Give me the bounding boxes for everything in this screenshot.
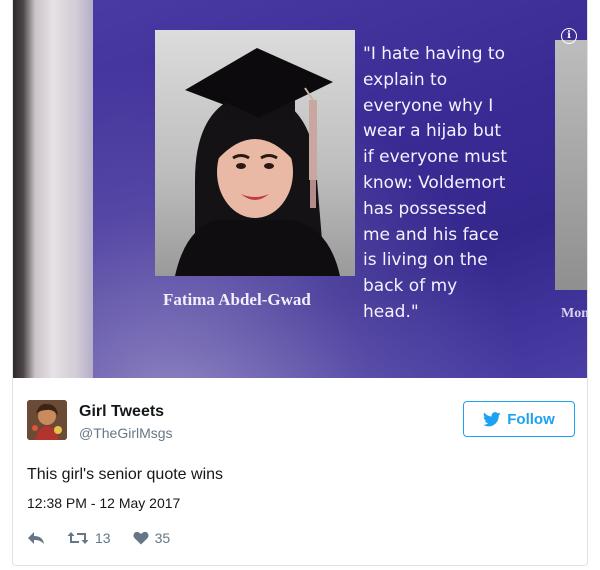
page-edge <box>73 0 93 378</box>
quote-line: is living on the <box>363 250 488 271</box>
tweet-text: This girl's senior quote wins <box>27 466 224 483</box>
quote-line: wear a hijab but <box>363 121 502 142</box>
like-count: 35 <box>154 530 171 546</box>
retweet-button[interactable]: 13 <box>67 530 111 546</box>
reply-icon <box>28 532 44 544</box>
quote-line: everyone why I <box>363 95 494 116</box>
quote-line: has possessed <box>363 198 487 219</box>
tweet-card: "I hate having to explain to everyone wh… <box>12 0 588 566</box>
author-display-name[interactable]: Girl Tweets <box>79 403 164 421</box>
tweet-photo[interactable]: "I hate having to explain to everyone wh… <box>13 0 588 378</box>
like-button[interactable]: 35 <box>133 530 171 546</box>
retweet-icon <box>67 532 89 544</box>
student-name-caption: Fatima Abdel-Gwad <box>163 290 311 309</box>
follow-button[interactable]: Follow <box>463 401 575 437</box>
photo-background <box>13 0 73 378</box>
student-portrait <box>155 30 355 276</box>
author-username[interactable]: @TheGirlMsgs <box>79 425 173 441</box>
avatar-image-icon <box>27 400 67 440</box>
retweet-count: 13 <box>95 530 111 546</box>
quote-line: head." <box>363 301 419 322</box>
follow-button-label: Follow <box>507 410 555 428</box>
quote-line: back of my <box>363 276 458 297</box>
quote-line: me and his face <box>363 224 499 245</box>
avatar[interactable] <box>27 400 67 440</box>
tweet-actions: 13 35 <box>27 528 192 548</box>
quote-line: if everyone must <box>363 147 508 168</box>
adjacent-portrait <box>555 40 587 290</box>
info-icon[interactable]: i <box>561 28 577 44</box>
quote-line: "I hate having to <box>363 44 505 64</box>
reply-button[interactable] <box>27 531 45 545</box>
senior-quote: "I hate having to explain to everyone wh… <box>363 42 553 326</box>
adjacent-name-caption: Mon <box>561 306 588 321</box>
heart-icon <box>133 531 149 545</box>
twitter-bird-icon <box>483 411 501 426</box>
quote-line: explain to <box>363 69 448 90</box>
tweet-timestamp[interactable]: 12:38 PM - 12 May 2017 <box>27 495 180 511</box>
quote-line: know: Voldemort <box>363 172 506 193</box>
